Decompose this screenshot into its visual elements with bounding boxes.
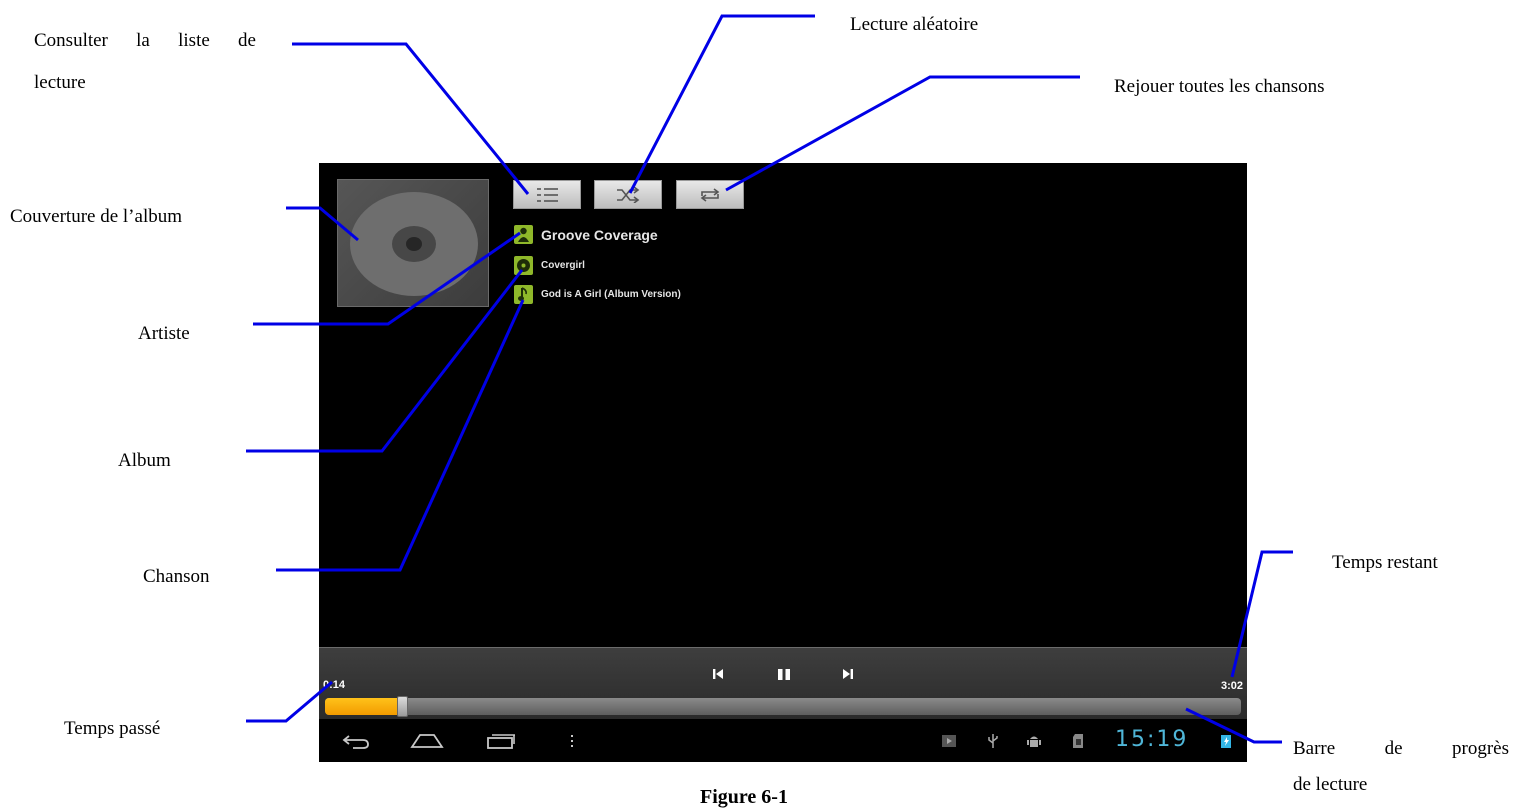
callout-time-remaining: Temps restant bbox=[1332, 552, 1438, 573]
shuffle-button[interactable] bbox=[594, 180, 662, 209]
music-player-screen: Groove Coverage Covergirl God is A Girl … bbox=[319, 163, 1247, 762]
figure-caption: Figure 6-1 bbox=[700, 786, 788, 808]
callout-album: Album bbox=[118, 450, 171, 471]
shuffle-icon bbox=[617, 186, 640, 203]
cd-icon bbox=[350, 192, 478, 296]
clock: 15:19 bbox=[1115, 727, 1189, 752]
usb-icon bbox=[988, 734, 998, 748]
callout-playlist-line2: lecture bbox=[34, 72, 86, 93]
artist-row: Groove Coverage bbox=[514, 225, 658, 244]
callout-shuffle: Lecture aléatoire bbox=[850, 14, 979, 35]
status-usb bbox=[983, 728, 1003, 754]
back-icon bbox=[342, 735, 369, 749]
battery-charging-icon bbox=[1221, 735, 1231, 748]
media-play-icon bbox=[942, 735, 956, 747]
callout-artist: Artiste bbox=[138, 323, 190, 344]
home-icon bbox=[410, 734, 444, 748]
song-title: God is A Girl (Album Version) bbox=[541, 289, 681, 300]
recent-apps-button[interactable] bbox=[483, 728, 517, 754]
elapsed-time: 0:14 bbox=[323, 679, 346, 691]
callout-playlist-line1: Consulter la liste de bbox=[34, 30, 256, 51]
artist-icon bbox=[514, 225, 533, 244]
song-row: God is A Girl (Album Version) bbox=[514, 285, 681, 304]
album-row: Covergirl bbox=[514, 256, 585, 275]
callout-repeat: Rejouer toutes les chansons bbox=[1114, 76, 1325, 97]
android-debug-icon bbox=[1027, 736, 1041, 747]
status-battery bbox=[1217, 728, 1235, 754]
playlist-button[interactable] bbox=[513, 180, 581, 209]
progress-fill bbox=[325, 698, 402, 715]
status-sd-card bbox=[1067, 728, 1089, 754]
callout-progress-line2: de lecture bbox=[1293, 774, 1368, 795]
status-media-play bbox=[937, 728, 961, 754]
repeat-icon bbox=[700, 187, 720, 202]
menu-icon bbox=[571, 735, 573, 747]
callout-time-elapsed: Temps passé bbox=[64, 718, 161, 739]
playlist-icon bbox=[537, 187, 558, 202]
back-button[interactable] bbox=[339, 728, 373, 754]
recent-apps-icon bbox=[487, 734, 515, 749]
sd-card-icon bbox=[1073, 734, 1083, 748]
playback-controls: 0:14 3:02 bbox=[319, 647, 1247, 720]
album-name: Covergirl bbox=[541, 260, 585, 271]
progress-bar[interactable] bbox=[325, 696, 1241, 717]
system-navigation-bar: 15:19 bbox=[319, 719, 1247, 762]
callout-song: Chanson bbox=[143, 566, 210, 587]
previous-icon bbox=[713, 669, 723, 679]
pause-icon bbox=[778, 668, 790, 680]
pause-button[interactable] bbox=[771, 662, 797, 686]
previous-button[interactable] bbox=[705, 662, 731, 686]
song-icon bbox=[514, 285, 533, 304]
repeat-button[interactable] bbox=[676, 180, 744, 209]
album-icon bbox=[514, 256, 533, 275]
status-android-debug bbox=[1023, 728, 1045, 754]
artist-name: Groove Coverage bbox=[541, 226, 658, 243]
menu-button[interactable] bbox=[565, 728, 579, 754]
callout-album-cover: Couverture de l’album bbox=[10, 206, 183, 227]
home-button[interactable] bbox=[409, 728, 445, 754]
callout-progress-line1: Barre de progrès bbox=[1293, 738, 1509, 759]
next-button[interactable] bbox=[835, 662, 861, 686]
album-cover bbox=[337, 179, 489, 307]
remaining-time: 3:02 bbox=[1220, 680, 1243, 692]
next-icon bbox=[843, 669, 853, 679]
progress-thumb[interactable] bbox=[396, 696, 408, 717]
